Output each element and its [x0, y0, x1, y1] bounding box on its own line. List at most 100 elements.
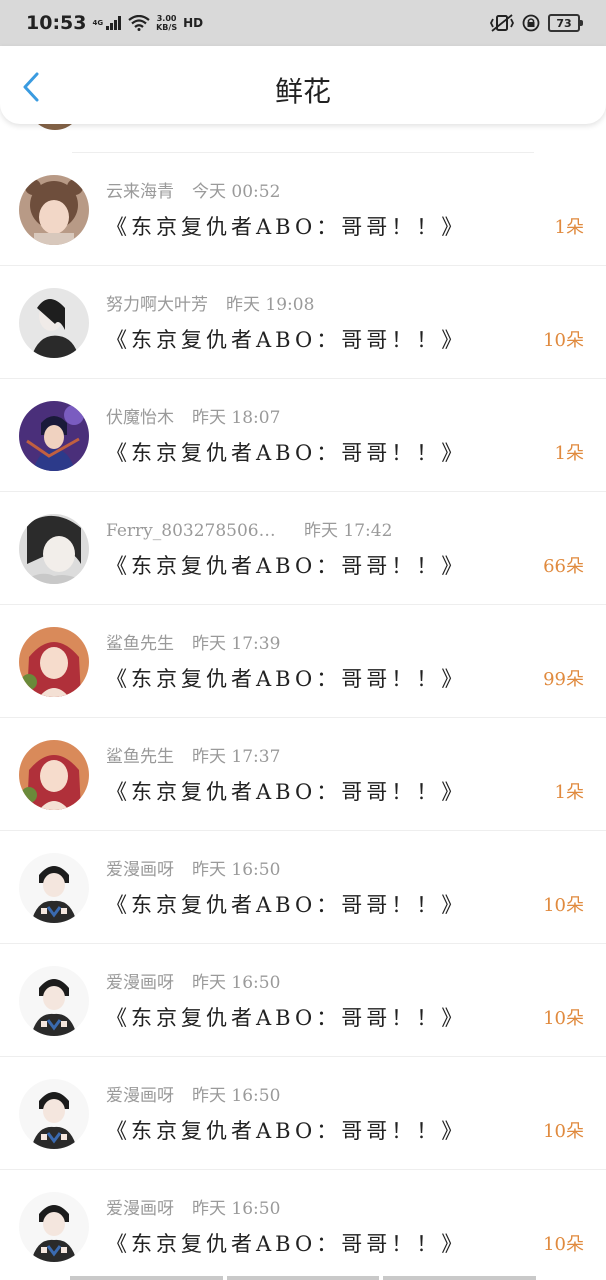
page-title: 鲜花	[274, 75, 331, 108]
timestamp: 昨天 16:50	[192, 1086, 281, 1106]
battery-icon: 73	[548, 14, 583, 32]
username[interactable]: 爱漫画呀	[106, 855, 174, 880]
status-right: 73	[490, 0, 583, 46]
username[interactable]: 伏魔怡木	[106, 403, 174, 428]
list-item[interactable]: 云来海青 今天 00:52 《东京复仇者ABO：哥哥！！》 1朵	[0, 153, 606, 266]
list-item[interactable]: 鲨鱼先生 昨天 17:37 《东京复仇者ABO：哥哥！！》 1朵	[0, 718, 606, 831]
item-meta: 爱漫画呀 昨天 16:50	[106, 855, 280, 880]
hd-badge: HD	[183, 16, 204, 30]
timestamp: 昨天 18:07	[192, 408, 281, 428]
status-left: 10:53 4G 3.00 KB/S HD	[26, 12, 203, 34]
item-meta: 鲨鱼先生 昨天 17:37	[106, 742, 280, 767]
username[interactable]: Ferry_8032785063 ...	[106, 521, 286, 541]
username[interactable]: 爱漫画呀	[106, 1081, 174, 1106]
network-indicator: 4G	[92, 16, 122, 30]
timestamp: 昨天 16:50	[192, 973, 281, 993]
work-title: 《东京复仇者ABO：哥哥！！》	[106, 441, 467, 465]
avatar-image	[19, 740, 89, 810]
work-title: 《东京复仇者ABO：哥哥！！》	[106, 667, 467, 691]
avatar-image	[19, 514, 89, 584]
item-meta: 爱漫画呀 昨天 16:50	[106, 1194, 280, 1219]
username[interactable]: 云来海青	[106, 177, 174, 202]
username[interactable]: 鲨鱼先生	[106, 742, 174, 767]
clock: 10:53	[26, 12, 87, 34]
vibrate-icon	[490, 14, 514, 32]
avatar-image	[19, 1079, 89, 1149]
timestamp: 昨天 17:39	[192, 634, 281, 654]
avatar[interactable]	[19, 175, 89, 245]
username[interactable]: 爱漫画呀	[106, 1194, 174, 1219]
indicator-segment	[70, 1276, 223, 1280]
avatar[interactable]	[19, 627, 89, 697]
avatar[interactable]	[19, 966, 89, 1036]
network-speed: 3.00 KB/S	[156, 14, 177, 32]
list-item[interactable]: 努力啊大叶芳 昨天 19:08 《东京复仇者ABO：哥哥！！》 10朵	[0, 266, 606, 379]
timestamp: 昨天 17:37	[192, 747, 281, 767]
flower-count: 10朵	[543, 1008, 584, 1029]
flower-count: 1朵	[554, 782, 584, 803]
work-title: 《东京复仇者ABO：哥哥！！》	[106, 893, 467, 917]
work-title: 《东京复仇者ABO：哥哥！！》	[106, 215, 467, 239]
avatar[interactable]	[19, 853, 89, 923]
item-meta: 努力啊大叶芳 昨天 19:08	[106, 290, 314, 315]
work-title: 《东京复仇者ABO：哥哥！！》	[106, 780, 467, 804]
avatar-image	[19, 175, 89, 245]
flower-count: 1朵	[554, 443, 584, 464]
work-title: 《东京复仇者ABO：哥哥！！》	[106, 554, 467, 578]
avatar-image	[19, 627, 89, 697]
list-item[interactable]: 鲨鱼先生 昨天 17:39 《东京复仇者ABO：哥哥！！》 99朵	[0, 605, 606, 718]
work-title: 《东京复仇者ABO：哥哥！！》	[106, 1119, 467, 1143]
flower-count: 99朵	[543, 669, 584, 690]
speed-value: 3.00	[156, 14, 177, 23]
item-meta: 云来海青 今天 00:52	[106, 177, 280, 202]
indicator-segment	[383, 1276, 537, 1280]
username[interactable]: 努力啊大叶芳	[106, 290, 208, 315]
avatar	[28, 124, 82, 130]
list-item[interactable]: 爱漫画呀 昨天 16:50 《东京复仇者ABO：哥哥！！》 10朵	[0, 831, 606, 944]
flower-count: 66朵	[543, 556, 584, 577]
avatar-image	[19, 401, 89, 471]
avatar[interactable]	[19, 1192, 89, 1262]
timestamp: 今天 00:52	[192, 182, 281, 202]
list-item[interactable]: 爱漫画呀 昨天 16:50 《东京复仇者ABO：哥哥！！》 10朵	[0, 1170, 606, 1274]
flower-count: 1朵	[554, 217, 584, 238]
item-meta: 鲨鱼先生 昨天 17:39	[106, 629, 280, 654]
avatar[interactable]	[19, 1079, 89, 1149]
avatar-image	[19, 853, 89, 923]
wifi-icon	[128, 15, 150, 31]
item-meta: 爱漫画呀 昨天 16:50	[106, 968, 280, 993]
avatar-image	[19, 288, 89, 358]
timestamp: 昨天 16:50	[192, 1199, 281, 1219]
avatar[interactable]	[19, 514, 89, 584]
item-meta: 爱漫画呀 昨天 16:50	[106, 1081, 280, 1106]
list-item[interactable]: Ferry_8032785063 ... 昨天 17:42 《东京复仇者ABO：哥哥…	[0, 492, 606, 605]
flower-count: 10朵	[543, 895, 584, 916]
indicator-segment	[226, 1276, 380, 1280]
username[interactable]: 爱漫画呀	[106, 968, 174, 993]
flower-list[interactable]: 云来海青 今天 00:52 《东京复仇者ABO：哥哥！！》 1朵 努力啊大叶芳 昨天 19…	[0, 124, 606, 1274]
avatar[interactable]	[19, 401, 89, 471]
flower-count: 10朵	[543, 1234, 584, 1255]
flower-count: 10朵	[543, 330, 584, 351]
username[interactable]: 鲨鱼先生	[106, 629, 174, 654]
avatar-image	[19, 966, 89, 1036]
timestamp: 昨天 17:42	[304, 521, 393, 541]
timestamp: 昨天 16:50	[192, 860, 281, 880]
status-bar: 10:53 4G 3.00 KB/S HD 73	[0, 0, 606, 46]
work-title: 《东京复仇者ABO：哥哥！！》	[106, 1232, 467, 1256]
battery-level: 73	[556, 16, 572, 30]
avatar-image	[19, 1192, 89, 1262]
timestamp: 昨天 19:08	[226, 295, 315, 315]
network-type: 4G	[92, 19, 104, 27]
home-indicator	[70, 1276, 537, 1280]
signal-icon	[106, 16, 122, 30]
list-item-partial[interactable]	[0, 124, 606, 154]
avatar[interactable]	[19, 740, 89, 810]
list-item[interactable]: 伏魔怡木 昨天 18:07 《东京复仇者ABO：哥哥！！》 1朵	[0, 379, 606, 492]
avatar[interactable]	[19, 288, 89, 358]
list-item[interactable]: 爱漫画呀 昨天 16:50 《东京复仇者ABO：哥哥！！》 10朵	[0, 944, 606, 1057]
list-item[interactable]: 爱漫画呀 昨天 16:50 《东京复仇者ABO：哥哥！！》 10朵	[0, 1057, 606, 1170]
flower-count: 10朵	[543, 1121, 584, 1142]
lock-rotation-icon	[522, 14, 540, 32]
item-meta: 伏魔怡木 昨天 18:07	[106, 403, 280, 428]
